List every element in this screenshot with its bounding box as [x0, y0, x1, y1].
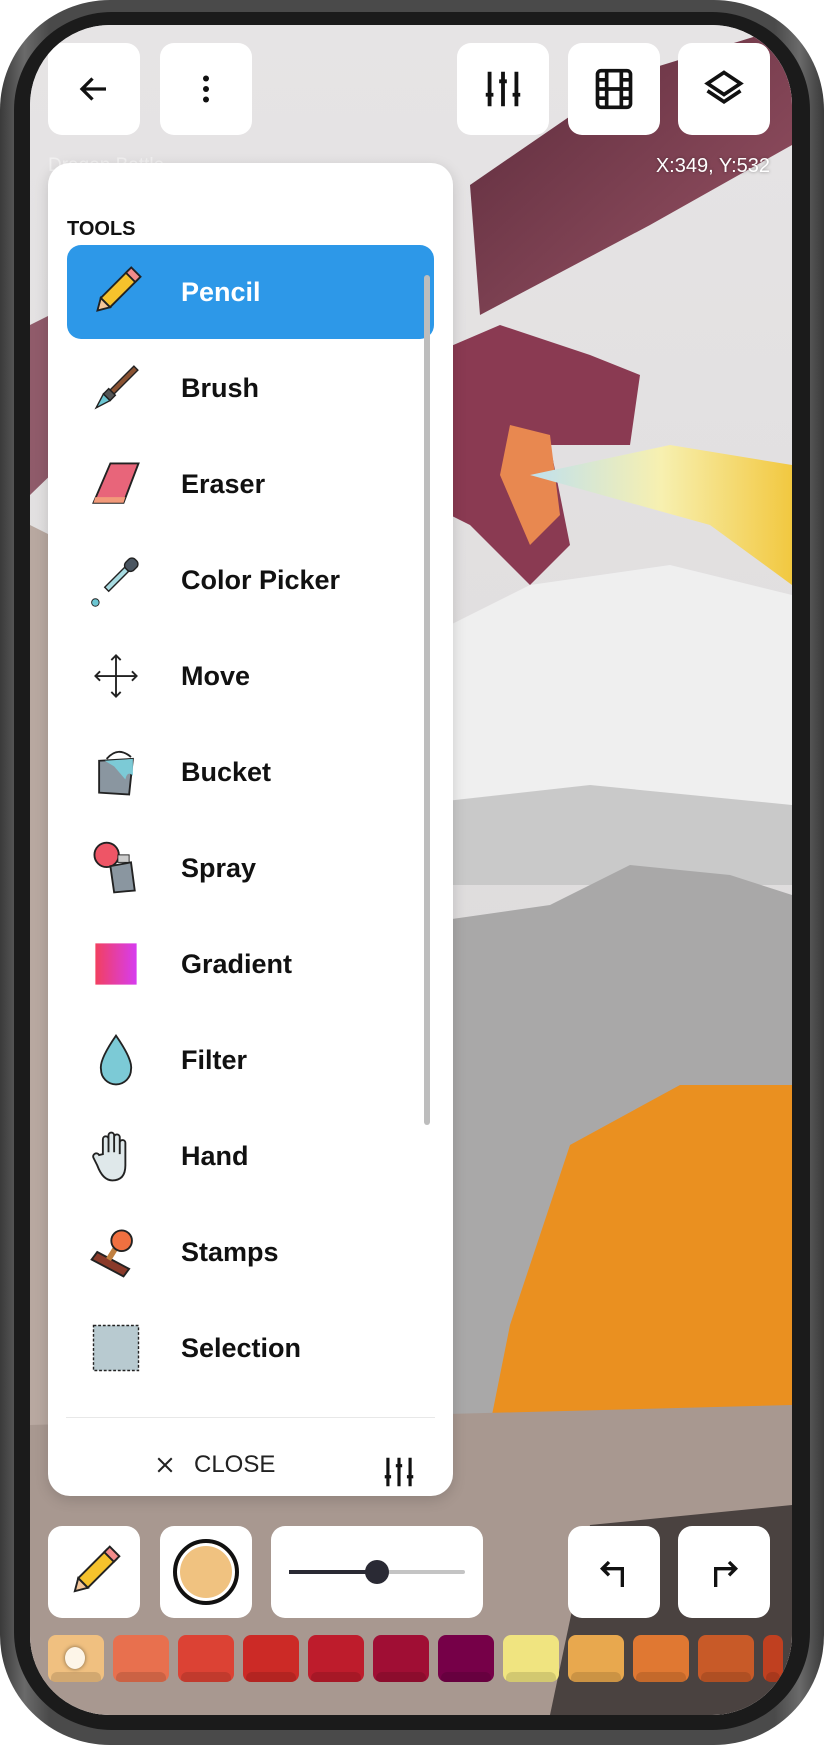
palette-swatch[interactable]	[763, 1635, 783, 1682]
layers-button[interactable]	[678, 43, 770, 135]
tool-item-gradient[interactable]: Gradient	[67, 917, 434, 1011]
tool-label: Eraser	[181, 468, 266, 499]
palette-swatch[interactable]	[308, 1635, 364, 1682]
close-button[interactable]: CLOSE	[156, 1451, 275, 1479]
tool-item-spray[interactable]: Spray	[67, 821, 434, 915]
tool-item-move[interactable]: Move	[67, 629, 434, 723]
tool-label: Bucket	[181, 756, 272, 787]
tool-label: Pencil	[181, 276, 261, 307]
tool-item-eraser[interactable]: Eraser	[67, 437, 434, 531]
undo-icon	[599, 1560, 624, 1587]
cursor-coordinates: X:349, Y:532	[655, 155, 770, 177]
adjustments-button[interactable]	[457, 43, 549, 135]
eraser-icon	[81, 449, 151, 519]
slider-fill	[289, 1570, 377, 1574]
film-icon	[595, 68, 633, 110]
tool-item-brush[interactable]: Brush	[67, 341, 434, 435]
palette-swatch[interactable]	[373, 1635, 429, 1682]
current-color-swatch	[173, 1539, 239, 1605]
tools-panel-title: TOOLS	[67, 218, 136, 240]
palette-swatch[interactable]	[568, 1635, 624, 1682]
redo-icon	[714, 1560, 739, 1587]
eyedropper-icon	[81, 545, 151, 615]
sliders-icon	[485, 71, 521, 107]
palette-swatch[interactable]	[438, 1635, 494, 1682]
palette-swatch[interactable]	[503, 1635, 559, 1682]
more-options-button[interactable]	[160, 43, 252, 135]
palette-swatch[interactable]	[243, 1635, 299, 1682]
tool-label: Color Picker	[181, 564, 341, 595]
current-color-button[interactable]	[160, 1526, 252, 1618]
hand-icon	[81, 1121, 151, 1191]
palette-swatch[interactable]	[48, 1635, 104, 1682]
back-button[interactable]	[48, 43, 140, 135]
selection-icon	[81, 1313, 151, 1383]
palette-swatch[interactable]	[698, 1635, 754, 1682]
divider	[66, 1417, 435, 1418]
tools-panel: TOOLS Pencil Brush Eraser Color Picker Move B…	[48, 163, 453, 1496]
pencil-icon	[81, 257, 151, 327]
current-tool-button[interactable]	[48, 1526, 140, 1618]
close-icon	[157, 1457, 173, 1473]
tool-label: Hand	[181, 1140, 249, 1171]
back-arrow-icon	[79, 77, 106, 101]
more-vertical-icon	[203, 75, 209, 103]
sliders-icon	[384, 1457, 414, 1487]
tools-scrollbar[interactable]	[424, 275, 430, 1125]
tool-item-selection[interactable]: Selection	[67, 1301, 434, 1395]
tool-label: Move	[181, 660, 251, 691]
selected-indicator	[65, 1647, 85, 1669]
tool-label: Stamps	[181, 1236, 279, 1267]
tool-label: Filter	[181, 1044, 248, 1075]
undo-button[interactable]	[568, 1526, 660, 1618]
palette-swatch[interactable]	[178, 1635, 234, 1682]
tool-label: Selection	[181, 1332, 302, 1363]
redo-button[interactable]	[678, 1526, 770, 1618]
bucket-icon	[81, 737, 151, 807]
screen: Dragon Battle X:349, Y:532 TOOLS PencilB…	[30, 25, 792, 1715]
close-label: CLOSE	[194, 1451, 276, 1478]
tool-item-stamps[interactable]: Stamps	[67, 1205, 434, 1299]
palette-swatch[interactable]	[633, 1635, 689, 1682]
tool-settings-button[interactable]	[380, 1453, 418, 1496]
slider-thumb[interactable]	[365, 1560, 389, 1584]
palette-swatch[interactable]	[113, 1635, 169, 1682]
tool-label: Spray	[181, 852, 257, 883]
brush-size-slider[interactable]	[271, 1526, 483, 1618]
pencil-icon	[73, 1545, 121, 1593]
layers-icon	[704, 70, 744, 105]
tool-item-filter[interactable]: Filter	[67, 1013, 434, 1107]
frames-button[interactable]	[568, 43, 660, 135]
brush-icon	[81, 353, 151, 423]
tool-item-color-picker[interactable]: Color Picker	[67, 533, 434, 627]
tool-item-bucket[interactable]: Bucket	[67, 725, 434, 819]
tool-item-hand[interactable]: Hand	[67, 1109, 434, 1203]
spray-icon	[81, 833, 151, 903]
droplet-icon	[81, 1025, 151, 1095]
tool-item-pencil[interactable]: Pencil	[67, 245, 434, 339]
stamp-icon	[81, 1217, 151, 1287]
tool-label: Gradient	[181, 948, 293, 979]
tool-label: Brush	[181, 372, 260, 403]
gradient-icon	[81, 929, 151, 999]
move-icon	[81, 641, 151, 711]
